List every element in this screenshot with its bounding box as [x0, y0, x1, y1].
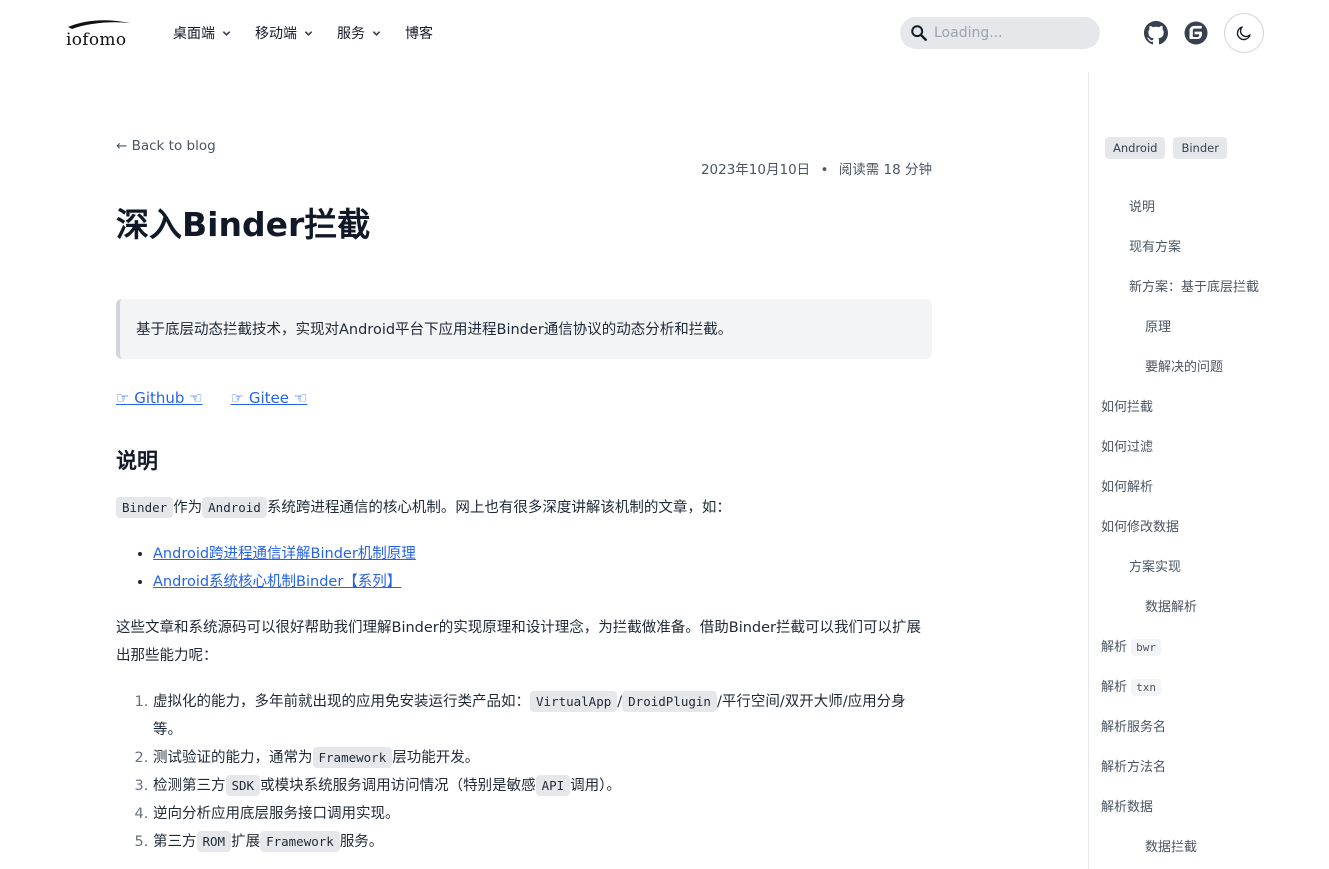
list-item: Android跨进程通信详解Binder机制原理	[153, 540, 416, 568]
toc-item[interactable]: 原理	[1145, 316, 1171, 335]
nav-desktop[interactable]: 桌面端	[173, 22, 231, 44]
text: 服务。	[339, 834, 384, 850]
toc-item[interactable]: 数据解析	[1145, 596, 1197, 615]
toc-item-label: 解析	[1101, 640, 1128, 655]
capabilities-paragraph: 这些文章和系统源码可以很好帮助我们理解Binder的实现原理和设计理念，为拦截做…	[116, 620, 922, 664]
reference-link[interactable]: Android系统核心机制Binder【系列】	[153, 574, 401, 590]
inline-code: txn	[1131, 679, 1162, 696]
search-icon	[911, 25, 927, 41]
toc-item[interactable]: 如何修改数据	[1101, 516, 1179, 535]
text: 虚拟化的能力，多年前就出现的应用免安装运行类产品如：	[153, 694, 530, 710]
main-nav: 桌面端 移动端 服务 博客	[173, 22, 457, 44]
toc-item[interactable]: 解析数据	[1101, 796, 1153, 815]
article-date: 2023年10月10日	[700, 162, 811, 178]
list-item: 测试验证的能力，通常为Framework层功能开发。	[153, 744, 932, 772]
moon-icon	[1236, 26, 1251, 41]
nav-desktop-label: 桌面端	[173, 26, 215, 42]
back-to-blog-link[interactable]: ← Back to blog	[116, 138, 216, 154]
logo-text: iofomo	[66, 30, 127, 50]
summary-blockquote: 基于底层动态拦截技术，实现对Android平台下应用进程Binder通信协议的动…	[116, 299, 932, 359]
capabilities-list: 虚拟化的能力，多年前就出现的应用免安装运行类产品如：VirtualApp/Dro…	[153, 688, 932, 856]
reference-link[interactable]: Android跨进程通信详解Binder机制原理	[153, 546, 416, 562]
nav-mobile-label: 移动端	[255, 26, 297, 42]
nav-mobile[interactable]: 移动端	[255, 22, 313, 44]
text: 测试验证的能力，通常为	[153, 750, 313, 766]
sidebar-divider	[1088, 72, 1089, 869]
github-icon[interactable]	[1144, 21, 1168, 45]
repo-links: ☞ Github ☜ ☞ Gitee ☜	[116, 389, 335, 407]
text: 调用）。	[570, 778, 621, 794]
top-header: iofomo 桌面端 移动端 服务 博客	[0, 0, 1329, 66]
toc-item[interactable]: 要解决的问题	[1145, 356, 1223, 375]
toc-item[interactable]: 解析 bwr	[1101, 636, 1162, 656]
nav-blog[interactable]: 博客	[405, 22, 433, 44]
inline-code: Framework	[312, 747, 393, 768]
list-item: 检测第三方SDK或模块系统服务调用访问情况（特别是敏感API调用）。	[153, 772, 932, 800]
page-title: 深入Binder拦截	[116, 205, 371, 244]
text: 或模块系统服务调用访问情况（特别是敏感	[260, 778, 536, 794]
search-box[interactable]	[900, 17, 1100, 49]
article-meta: 2023年10月10日 • 阅读需 18 分钟	[701, 158, 932, 178]
inline-code: Framework	[260, 831, 340, 852]
inline-code: ROM	[196, 831, 232, 852]
text: 系统跨进程通信的核心机制。网上也有很多深度讲解该机制的文章，如：	[266, 500, 731, 516]
toc-item-label: 解析	[1101, 680, 1128, 695]
toc-item[interactable]: 如何解析	[1101, 476, 1153, 495]
toc-item[interactable]: 如何拦截	[1101, 396, 1153, 415]
logo[interactable]: iofomo	[66, 18, 136, 50]
gitee-icon[interactable]	[1184, 21, 1208, 45]
toc-item[interactable]: 解析 txn	[1101, 676, 1162, 696]
reference-list: Android跨进程通信详解Binder机制原理 Android系统核心机制Bi…	[153, 540, 416, 596]
chevron-down-icon	[222, 30, 231, 36]
text: 层功能开发。	[392, 750, 480, 766]
inline-code: VirtualApp	[530, 691, 618, 712]
inline-code: Android	[202, 497, 267, 518]
section-heading: 说明	[116, 449, 158, 473]
tag-list: Android Binder	[1105, 137, 1227, 159]
list-item: Android系统核心机制Binder【系列】	[153, 568, 416, 596]
search-input[interactable]	[934, 25, 1094, 41]
chevron-down-icon	[372, 30, 381, 36]
tag-android[interactable]: Android	[1105, 137, 1166, 159]
inline-code: API	[535, 775, 571, 796]
toc-item[interactable]: 说明	[1129, 196, 1155, 215]
chevron-down-icon	[304, 30, 313, 36]
toc-item[interactable]: 数据拦截	[1145, 836, 1197, 855]
text: 第三方	[153, 834, 197, 850]
inline-code: DroidPlugin	[622, 691, 717, 712]
list-item: 逆向分析应用底层服务接口调用实现。	[153, 800, 932, 828]
toc-item[interactable]: 方案实现	[1129, 556, 1181, 575]
gitee-link[interactable]: ☞ Gitee ☜	[231, 389, 308, 407]
intro-paragraph: Binder 作为 Android 系统跨进程通信的核心机制。网上也有很多深度讲解该机…	[116, 494, 731, 522]
list-item: 第三方ROM扩展Framework服务。	[153, 828, 932, 856]
meta-separator: •	[820, 162, 829, 178]
text: 扩展	[231, 834, 261, 850]
inline-code: bwr	[1131, 639, 1162, 656]
list-item: 虚拟化的能力，多年前就出现的应用免安装运行类产品如：VirtualApp/Dro…	[153, 688, 932, 744]
text: 检测第三方	[153, 778, 226, 794]
tag-binder[interactable]: Binder	[1173, 137, 1227, 159]
toc-item[interactable]: 如何过滤	[1101, 436, 1153, 455]
nav-blog-label: 博客	[405, 26, 433, 42]
toc-item[interactable]: 解析方法名	[1101, 756, 1166, 775]
toc-item[interactable]: 现有方案	[1129, 236, 1181, 255]
text: 作为	[173, 500, 203, 516]
inline-code: Binder	[116, 497, 174, 518]
nav-services-label: 服务	[337, 26, 365, 42]
github-link[interactable]: ☞ Github ☜	[116, 389, 203, 407]
theme-toggle-button[interactable]	[1224, 13, 1264, 53]
toc-item[interactable]: 新方案：基于底层拦截	[1129, 276, 1259, 295]
inline-code: SDK	[225, 775, 261, 796]
toc-item[interactable]: 解析服务名	[1101, 716, 1166, 735]
read-time: 阅读需 18 分钟	[838, 162, 932, 178]
text: 逆向分析应用底层服务接口调用实现。	[153, 806, 400, 822]
nav-services[interactable]: 服务	[337, 22, 381, 44]
